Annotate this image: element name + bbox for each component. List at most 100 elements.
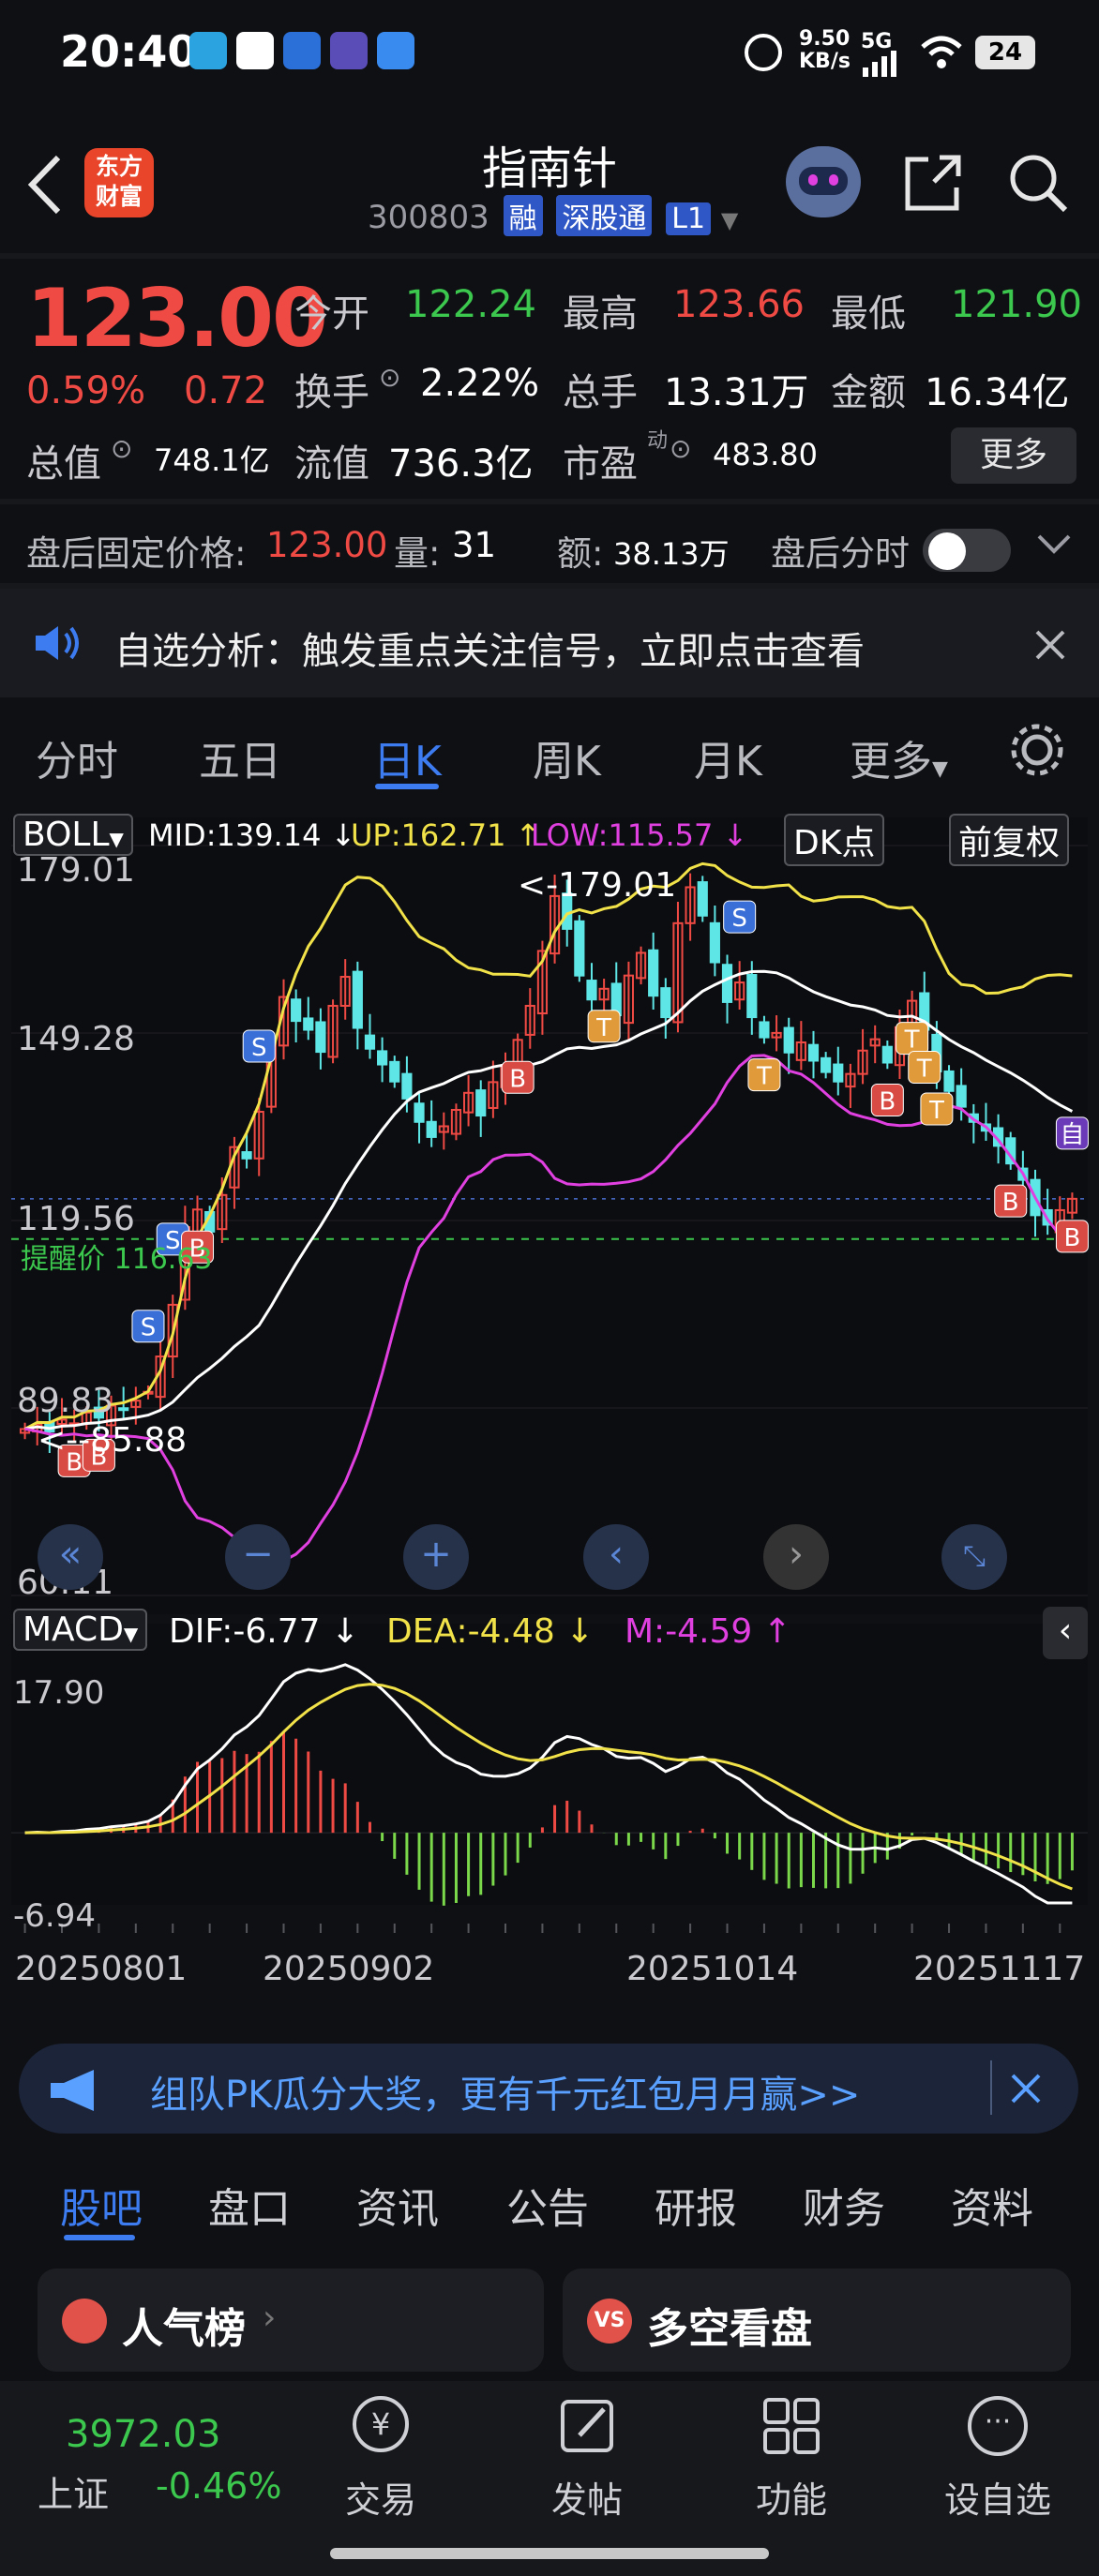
info-icon[interactable]: ⊙ [111, 433, 132, 464]
macd-dif-label: DIF:-6.77 ↓ [169, 1612, 360, 1651]
candle [118, 1407, 129, 1412]
boll-up-label: UP:162.71 ↑ [351, 817, 541, 853]
label-turnover: 换手 [294, 371, 369, 414]
more-icon[interactable]: ··· [968, 2396, 1028, 2456]
search-icon[interactable] [1005, 150, 1071, 219]
candle [783, 1026, 794, 1054]
chevron-down-icon[interactable] [1035, 531, 1073, 562]
grid-icon[interactable] [761, 2396, 821, 2460]
macd-indicator-select[interactable]: MACD▼ [13, 1609, 148, 1651]
candle [377, 1050, 388, 1066]
card-title: 人气榜 [122, 2305, 246, 2353]
nav-trade[interactable]: 交易 [315, 2471, 446, 2523]
x-tick-label: 20250801 [15, 1950, 188, 1988]
fullscreen-button[interactable]: ⤡ [941, 1524, 1007, 1590]
robot-assistant-icon[interactable] [786, 146, 861, 217]
bull-bear-card[interactable] [563, 2269, 1071, 2372]
y-tick-label: 149.28 [17, 1020, 135, 1058]
scroll-left-end-button[interactable]: « [38, 1524, 103, 1590]
signal-label: T [904, 1026, 920, 1055]
label-low: 最低 [831, 292, 906, 336]
tab-forum[interactable]: 股吧 [60, 2175, 143, 2235]
tab-financials[interactable]: 财务 [803, 2175, 885, 2235]
edit-icon[interactable] [559, 2396, 619, 2460]
tab-monthly-k[interactable]: 月K [694, 727, 762, 787]
scroll-right-button[interactable]: › [763, 1524, 829, 1590]
y-tick-label: 179.01 [17, 851, 135, 890]
yen-icon[interactable]: ¥ [353, 2396, 409, 2452]
promo-text: 组队PK瓜分大奖，更有千元红包月月赢>> [150, 2074, 861, 2117]
min-price-label: <--85.88 [38, 1421, 188, 1460]
index-name[interactable]: 上证 [38, 2465, 109, 2517]
candle [389, 1060, 400, 1083]
share-icon[interactable] [900, 150, 966, 219]
close-icon[interactable] [1009, 2072, 1043, 2109]
collapse-panel-button[interactable]: ‹ [1043, 1607, 1088, 1659]
tag-margin: 融 [503, 195, 543, 236]
value-high: 123.66 [673, 283, 805, 326]
alert-price-label: 提醒价 116.63 [21, 1243, 213, 1276]
nav-functions[interactable]: 功能 [726, 2471, 857, 2523]
zoom-in-button[interactable]: + [403, 1524, 469, 1590]
tab-daily-k[interactable]: 日K [373, 727, 442, 787]
boll-indicator-select[interactable]: BOLL▼ [13, 814, 133, 856]
cube-app-icon [377, 32, 414, 69]
tag-connect: 深股通 [556, 195, 653, 236]
candle [303, 1017, 314, 1031]
candle [315, 1021, 326, 1054]
more-button[interactable]: 更多 [951, 427, 1076, 484]
label-market-cap: 总值 [26, 442, 101, 486]
after-hours-price: 123.00 [266, 525, 388, 565]
tab-announcements[interactable]: 公告 [506, 2175, 589, 2235]
tab-profile[interactable]: 资料 [951, 2175, 1033, 2235]
zoom-out-button[interactable]: − [225, 1524, 291, 1590]
kline-chart[interactable]: SSSSBBBBBTTTTTBB自 BOLL▼ MID:139.14 ↓ UP:… [0, 808, 1099, 2017]
active-bottom-tab-indicator [64, 2235, 135, 2240]
toggle-knob [928, 532, 966, 570]
last-price: 123.00 [26, 272, 328, 366]
after-hours-switch-label: 盘后分时 [771, 533, 910, 574]
signal-label: B [509, 1065, 526, 1093]
after-hours-amt-label: 额: [557, 533, 604, 574]
tab-research[interactable]: 研报 [655, 2175, 737, 2235]
tab-five-day[interactable]: 五日 [199, 727, 281, 787]
chevron-right-icon: › [263, 2299, 277, 2337]
scroll-left-button[interactable]: ‹ [583, 1524, 649, 1590]
info-icon[interactable]: ⊙ [670, 433, 691, 464]
close-icon[interactable] [1033, 628, 1067, 666]
nav-add-watchlist[interactable]: 设自选 [932, 2471, 1063, 2523]
info-icon[interactable]: ⊙ [379, 362, 400, 393]
tab-weekly-k[interactable]: 周K [533, 727, 601, 787]
macd-y-tick-label: -6.94 [13, 1897, 96, 1935]
card-title: 多空看盘 [647, 2305, 812, 2353]
candle [721, 964, 733, 1003]
ranking-icon [62, 2299, 107, 2344]
candle [352, 970, 363, 1029]
value-amount: 16.34亿 [925, 371, 1070, 414]
change-pct: 0.59% [26, 369, 146, 412]
active-tab-indicator [375, 784, 439, 789]
adjust-button[interactable]: 前复权 [949, 814, 1070, 866]
stock-code-row[interactable]: 300803 融 深股通 L1 ▼ [368, 195, 738, 236]
nav-post[interactable]: 发帖 [521, 2471, 653, 2523]
index-value[interactable]: 3972.03 [66, 2413, 220, 2456]
divider [0, 499, 1099, 504]
tab-more[interactable]: 更多▼ [850, 727, 948, 787]
settings-gear-icon[interactable] [1009, 722, 1065, 782]
after-hours-amt: 38.13万 [613, 536, 730, 572]
candle [648, 949, 659, 997]
after-hours-price-label: 盘后固定价格: [26, 533, 247, 574]
signal-icon [863, 51, 900, 81]
candle [820, 1056, 832, 1073]
bot-app-icon [283, 32, 321, 69]
index-change[interactable]: -0.46% [156, 2465, 281, 2507]
versus-icon: VS [587, 2299, 632, 2344]
tab-news[interactable]: 资讯 [356, 2175, 439, 2235]
x-app-icon [236, 32, 274, 69]
tab-order-book[interactable]: 盘口 [208, 2175, 291, 2235]
alarm-icon [745, 34, 782, 71]
dk-point-button[interactable]: DK点 [784, 814, 885, 866]
tab-intraday[interactable]: 分时 [36, 727, 118, 787]
popularity-card[interactable] [38, 2269, 544, 2372]
candle [807, 1043, 820, 1062]
